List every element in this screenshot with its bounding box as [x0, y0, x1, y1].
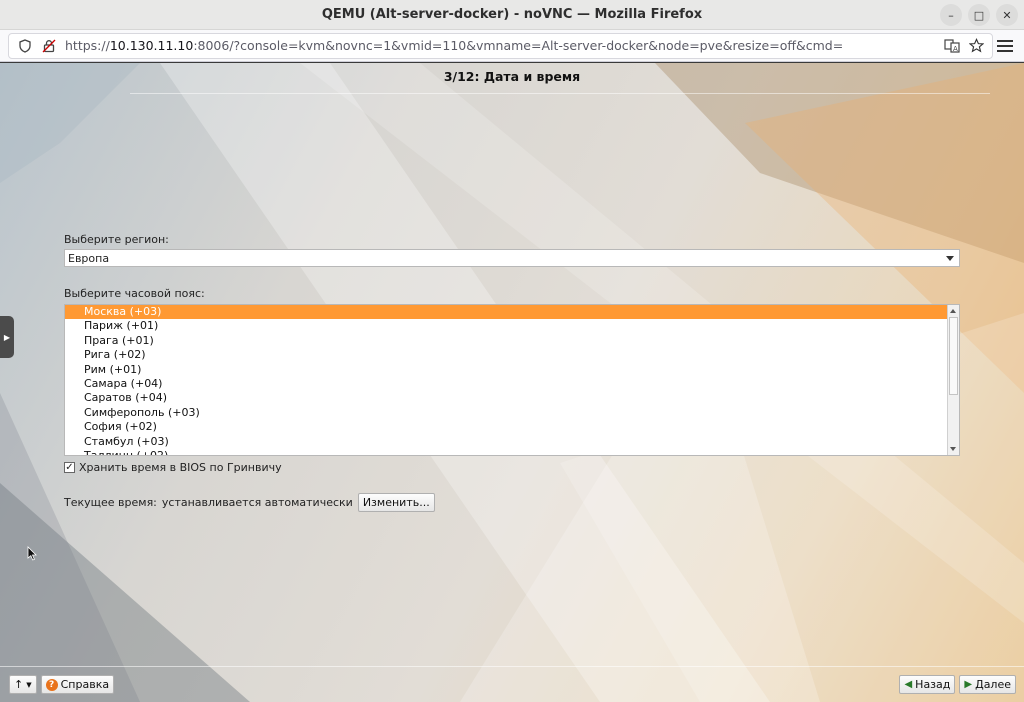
- help-icon: ?: [45, 678, 58, 691]
- help-button[interactable]: ? Справка: [40, 675, 115, 694]
- timezone-list-rows: Москва (+03) Париж (+01) Прага (+01) Рига (…: [65, 305, 947, 455]
- region-select-value: Европа: [68, 251, 110, 265]
- timezone-list-item[interactable]: Таллинн (+02): [65, 449, 947, 455]
- maximize-button[interactable]: □: [968, 4, 990, 26]
- url-path: :8006/?console=kvm&novnc=1&vmid=110&vmna…: [193, 38, 844, 53]
- bottom-divider: [0, 666, 1024, 667]
- region-label: Выберите регион:: [64, 233, 169, 246]
- bios-utc-checkbox[interactable]: ✓: [64, 462, 75, 473]
- timezone-list-item[interactable]: Прага (+01): [65, 334, 947, 348]
- step-title: 3/12: Дата и время: [443, 69, 581, 84]
- back-button[interactable]: ◀ Назад: [899, 675, 956, 694]
- url-host: 10.130.11.10: [109, 38, 194, 53]
- arrow-up-icon: ↑: [14, 678, 24, 691]
- shield-icon[interactable]: [17, 38, 33, 54]
- timezone-list-item[interactable]: Париж (+01): [65, 319, 947, 333]
- url-scheme: https://: [65, 38, 110, 53]
- timezone-list-item[interactable]: Саратов (+04): [65, 391, 947, 405]
- bottom-right-controls: ◀ Назад ▶ Далее: [899, 675, 1016, 694]
- timezone-list[interactable]: Москва (+03) Париж (+01) Прага (+01) Рига (…: [64, 304, 960, 456]
- next-button[interactable]: ▶ Далее: [959, 675, 1016, 694]
- window-titlebar: QEMU (Alt-server-docker) - noVNC — Mozil…: [0, 0, 1024, 30]
- current-time-label: Текущее время:: [64, 496, 157, 509]
- timezone-list-item[interactable]: София (+02): [65, 420, 947, 434]
- bookmark-star-icon[interactable]: [968, 38, 984, 54]
- current-time-row: Текущее время: устанавливается автоматич…: [64, 493, 435, 512]
- timezone-list-item[interactable]: Самара (+04): [65, 377, 947, 391]
- timezone-list-scrollbar[interactable]: [947, 305, 959, 455]
- window-controls: – □ ✕: [940, 4, 1018, 26]
- timezone-list-item[interactable]: Рига (+02): [65, 348, 947, 362]
- navigation-toolbar: https://10.130.11.10:8006/?console=kvm&n…: [0, 30, 1024, 62]
- current-time-value: устанавливается автоматически: [161, 496, 353, 509]
- close-button[interactable]: ✕: [996, 4, 1018, 26]
- back-button-label: Назад: [915, 678, 951, 691]
- timezone-list-item[interactable]: Симферополь (+03): [65, 406, 947, 420]
- translate-icon[interactable]: A: [944, 38, 960, 54]
- minimize-button[interactable]: –: [940, 4, 962, 26]
- triangle-right-icon: ▶: [3, 332, 11, 342]
- window-title: QEMU (Alt-server-docker) - noVNC — Mozil…: [321, 7, 703, 22]
- timezone-label: Выберите часовой пояс:: [64, 287, 205, 300]
- bios-utc-option[interactable]: ✓ Хранить время в BIOS по Гринвичу: [64, 461, 282, 474]
- lock-warning-icon[interactable]: [41, 38, 57, 54]
- arrow-left-icon: ◀: [904, 679, 913, 690]
- novnc-sidebar-toggle[interactable]: ▶: [0, 316, 14, 358]
- caret-down-icon: ▼: [26, 680, 32, 689]
- mouse-cursor-icon: [27, 546, 37, 561]
- hamburger-menu-icon[interactable]: [996, 37, 1014, 55]
- region-select[interactable]: Европа: [64, 249, 960, 267]
- url-text[interactable]: https://10.130.11.10:8006/?console=kvm&n…: [65, 38, 936, 53]
- scroll-thumb[interactable]: [949, 317, 958, 395]
- timezone-list-item[interactable]: Стамбул (+03): [65, 435, 947, 449]
- timezone-list-item[interactable]: Москва (+03): [65, 305, 947, 320]
- address-bar[interactable]: https://10.130.11.10:8006/?console=kvm&n…: [8, 32, 993, 59]
- up-menu-button[interactable]: ↑ ▼: [9, 675, 37, 694]
- help-button-label: Справка: [60, 678, 110, 691]
- scroll-up-icon[interactable]: [950, 309, 956, 313]
- timezone-list-item[interactable]: Рим (+01): [65, 363, 947, 377]
- svg-text:A: A: [953, 45, 958, 53]
- change-time-button[interactable]: Изменить...: [357, 493, 435, 512]
- bios-utc-label: Хранить время в BIOS по Гринвичу: [79, 461, 282, 474]
- chevron-down-icon: [946, 256, 954, 261]
- bottom-left-controls: ↑ ▼ ? Справка: [9, 675, 115, 694]
- arrow-right-icon: ▶: [964, 679, 973, 690]
- scroll-down-icon[interactable]: [950, 447, 956, 451]
- vm-screen[interactable]: 3/12: Дата и время Выберите регион: Евро…: [0, 63, 1024, 702]
- top-divider: [130, 93, 990, 94]
- next-button-label: Далее: [975, 678, 1011, 691]
